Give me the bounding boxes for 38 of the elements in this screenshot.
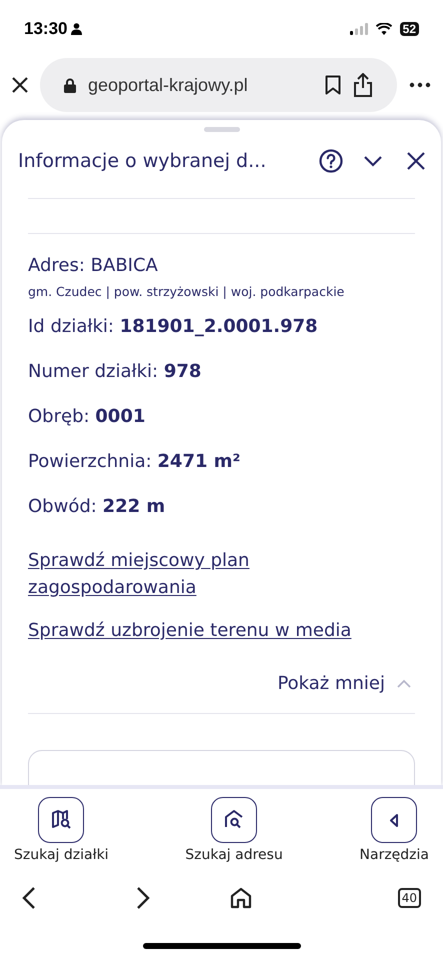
panel-title: Informacje o wybranej d... xyxy=(18,148,268,174)
parcel-field: Id działki: 181901_2.0001.978 xyxy=(28,316,415,338)
drag-handle[interactable] xyxy=(204,127,240,132)
address-subtitle: gm. Czudec | pow. strzyżowski | woj. podkarpackie xyxy=(28,283,346,301)
show-less-button[interactable]: Pokaż mniej xyxy=(277,670,415,697)
person-icon xyxy=(71,23,82,35)
status-time: 13:30 xyxy=(24,18,68,40)
nav-label: Narzędzia xyxy=(360,846,429,865)
share-icon[interactable] xyxy=(353,73,373,97)
parcel-field: Powierzchnia: 2471 m² xyxy=(28,450,415,473)
home-icon[interactable] xyxy=(230,886,252,908)
wifi-icon xyxy=(376,23,392,35)
lock-icon xyxy=(64,78,76,92)
nav-label: Szukaj działki xyxy=(14,846,109,865)
help-icon[interactable] xyxy=(319,149,343,173)
close-icon[interactable] xyxy=(407,152,425,170)
link[interactable]: Sprawdź miejscowy plan zagospodarowania xyxy=(28,546,288,601)
url-text: geoportal-krajowy.pl xyxy=(88,74,249,97)
address-bar[interactable]: geoportal-krajowy.pl xyxy=(40,58,397,112)
triangle-left-icon xyxy=(390,814,398,826)
parcel-field: Obręb: 0001 xyxy=(28,406,415,428)
forward-icon[interactable] xyxy=(136,886,150,910)
parcel-field: Obwód: 222 m xyxy=(28,496,415,518)
battery-level: 52 xyxy=(400,22,419,36)
back-icon[interactable] xyxy=(22,886,36,910)
nav-button[interactable] xyxy=(211,797,258,843)
nav-button[interactable] xyxy=(38,797,84,843)
nav-label: Szukaj adresu xyxy=(185,846,283,865)
bookmark-icon[interactable] xyxy=(325,75,341,95)
tab-count[interactable]: 40 xyxy=(398,888,421,908)
signal-icon xyxy=(350,23,368,35)
link[interactable]: Sprawdź uzbrojenie terenu w media xyxy=(28,616,415,644)
close-icon[interactable] xyxy=(12,77,28,93)
more-icon[interactable] xyxy=(409,82,431,88)
address-title: Adres: BABICA xyxy=(28,254,159,278)
chevron-down-icon[interactable] xyxy=(363,155,383,167)
nav-button[interactable] xyxy=(371,797,418,843)
parcel-field: Numer działki: 978 xyxy=(28,360,415,383)
